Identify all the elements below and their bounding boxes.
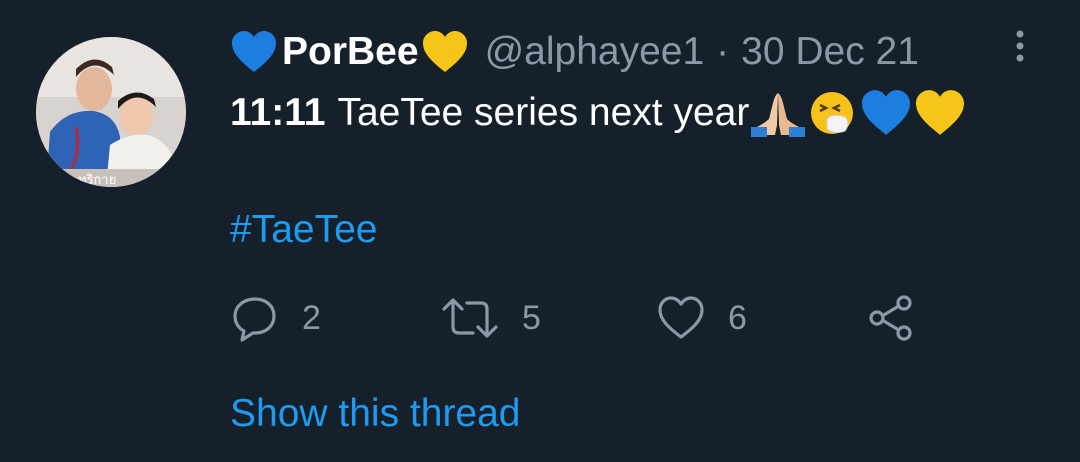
reply-count: 2 (302, 298, 321, 337)
tweet-text: 11:11 TaeTee series next year (230, 85, 967, 141)
share-button[interactable] (866, 290, 916, 346)
like-count: 6 (728, 298, 747, 337)
blue-heart-icon (859, 89, 913, 137)
avatar[interactable]: ทริกาย (36, 37, 186, 187)
blue-heart-icon (230, 30, 278, 74)
like-button[interactable]: 6 (656, 290, 747, 346)
user-handle[interactable]: @alphayee1 (485, 30, 705, 74)
more-vertical-icon (1016, 30, 1024, 62)
show-thread-link[interactable]: Show this thread (230, 392, 521, 436)
tweet-bold-time: 11:11 (230, 91, 326, 134)
like-icon (658, 296, 704, 339)
retweet-button[interactable]: 5 (440, 290, 541, 346)
display-name-text: PorBee (282, 30, 419, 73)
reply-button[interactable]: 2 (230, 290, 321, 346)
tweet-date[interactable]: 30 Dec 21 (741, 30, 919, 74)
tweet-header: PorBee @alphayee1 · 30 Dec 21 (230, 26, 919, 78)
yellow-heart-icon (913, 89, 967, 137)
hashtag-link[interactable]: #TaeTee (230, 208, 377, 252)
share-icon (869, 295, 912, 341)
folded-hands-icon (751, 89, 806, 137)
retweet-count: 5 (522, 298, 541, 337)
tweet-card[interactable]: ทริกาย PorBee @alphayee1 · 30 Dec 21 11:… (0, 0, 1080, 462)
tweet-text-content: TaeTee series next year (337, 91, 750, 134)
reply-icon (233, 297, 276, 342)
more-options-button[interactable] (1008, 28, 1032, 68)
svg-text:ทริกาย: ทริกาย (78, 173, 116, 187)
tweet-emojis (751, 89, 967, 137)
separator-dot: · (716, 30, 730, 73)
avatar-image: ทริกาย (36, 37, 186, 187)
retweet-icon (442, 298, 498, 338)
display-name[interactable]: PorBee (230, 30, 469, 74)
sneezing-face-icon (805, 89, 859, 137)
yellow-heart-icon (421, 30, 469, 74)
